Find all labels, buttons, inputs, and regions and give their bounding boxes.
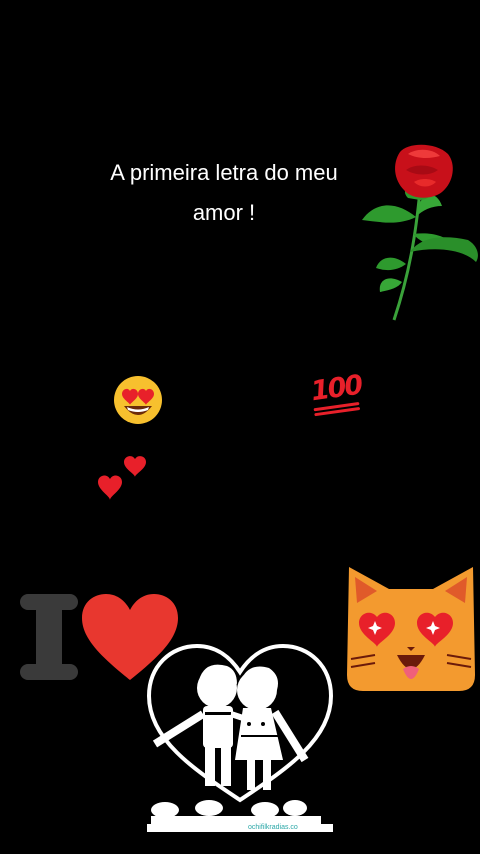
- two-hearts-icon: [98, 456, 146, 500]
- caption-line-1: A primeira letra do meu: [110, 160, 338, 185]
- watermark-text: ochifilkradias.co: [248, 824, 298, 831]
- hundred-points-icon: 100: [309, 369, 364, 408]
- letter-i-icon: [20, 594, 78, 680]
- kissing-couple-heart-icon: [146, 643, 334, 824]
- watermark-bar: [147, 824, 333, 832]
- caption-text: A primeira letra do meu amor !: [40, 153, 408, 233]
- video-frame: A primeira letra do meu amor ! 100 ochif…: [0, 0, 480, 854]
- caption-line-2: amor !: [192, 200, 256, 225]
- rose-icon: [362, 144, 478, 321]
- heart-eyes-emoji-icon: [114, 376, 162, 424]
- heart-eyes-cat-icon: [347, 567, 475, 691]
